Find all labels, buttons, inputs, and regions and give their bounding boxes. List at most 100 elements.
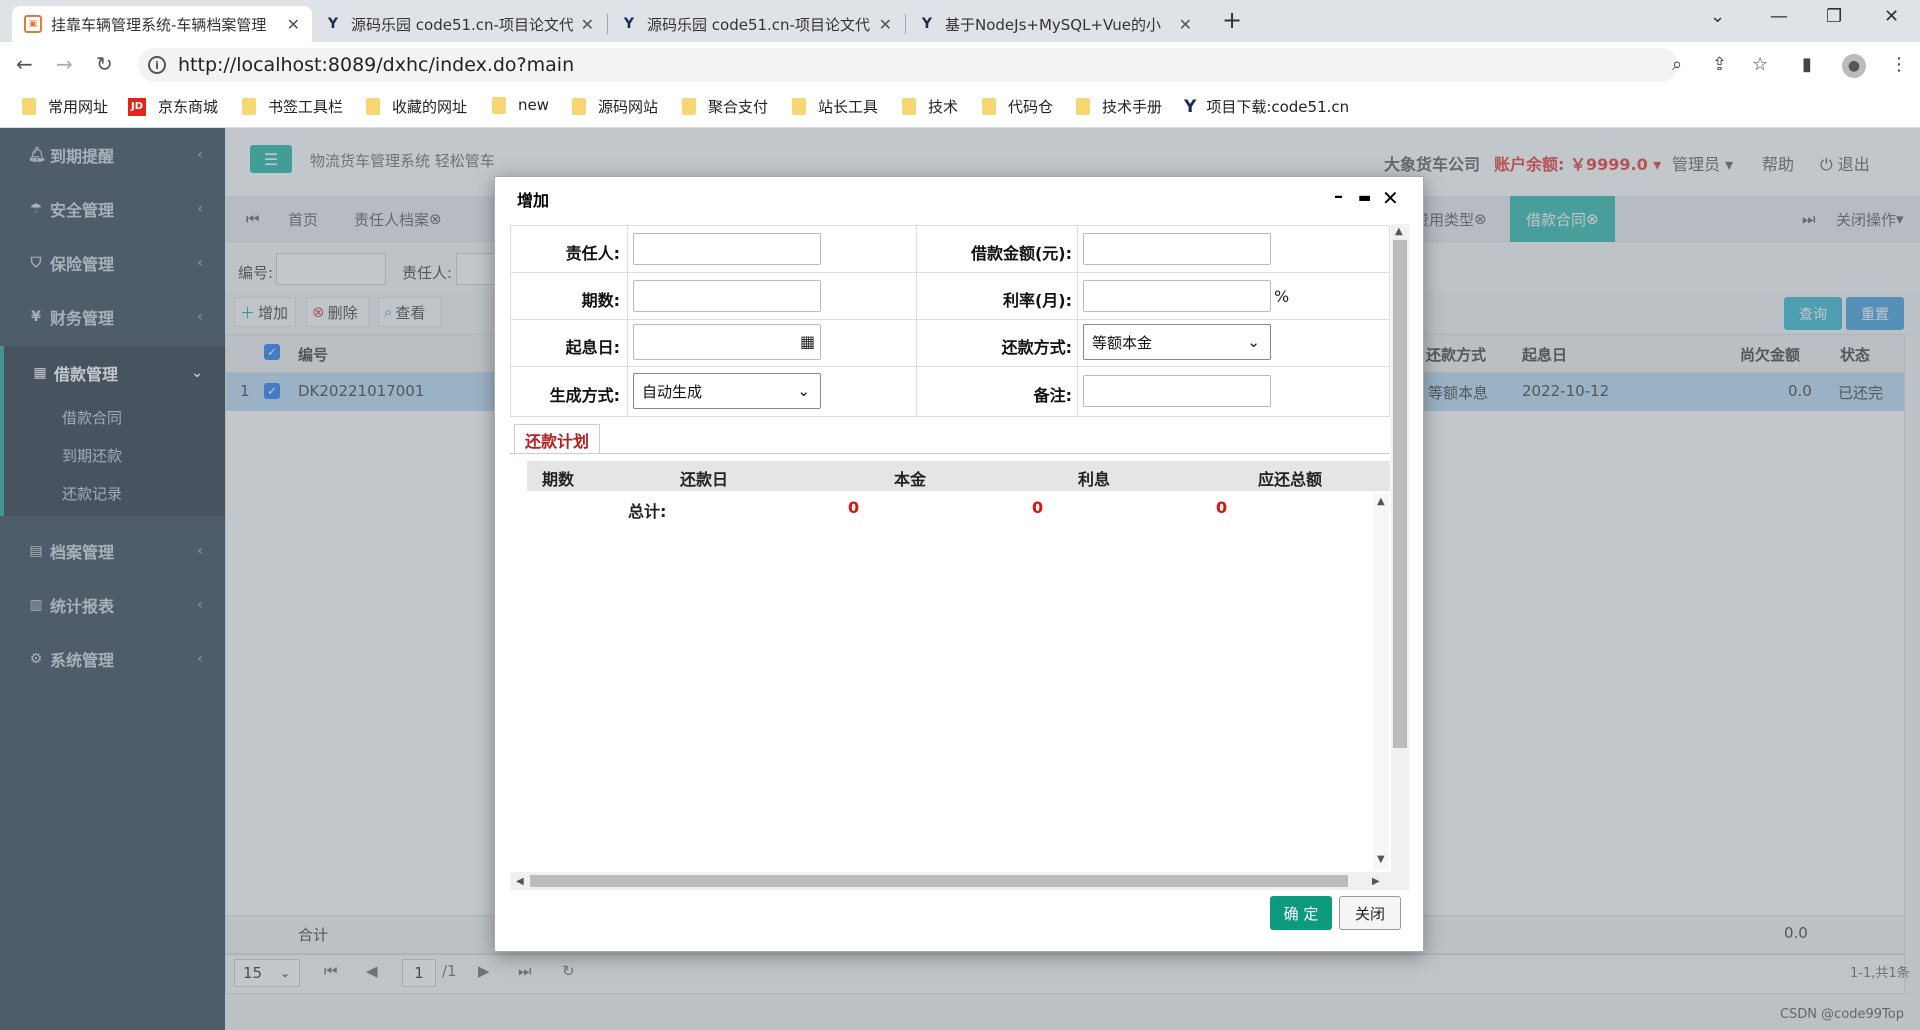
dialog-title: 增加 [517, 191, 550, 210]
browser-tab-2[interactable]: Y 源码乐园 code51.cn-项目论文代 ✕ [312, 6, 606, 42]
bookmark-label: 项目下载:code51.cn [1206, 98, 1350, 116]
form-divider [1077, 225, 1078, 417]
info-icon[interactable]: i [148, 56, 166, 74]
url-input[interactable]: http://localhost:8089/dxhc/index.do?main [138, 48, 1678, 82]
scroll-down-icon[interactable]: ▼ [1377, 854, 1385, 865]
share-icon[interactable]: ⇪ [1712, 54, 1727, 75]
bookmark-label: 常用网址 [48, 98, 109, 116]
browser-tab-4[interactable]: Y 基于NodeJs+MySQL+Vue的小 ✕ [906, 6, 1204, 42]
bookmark-item[interactable]: 源码网站 [572, 96, 658, 117]
watermark: CSDN @code99Top [1779, 1007, 1904, 1022]
bookmark-item[interactable]: 技术 [902, 96, 958, 117]
bookmark-item[interactable]: 常用网址 [22, 96, 108, 117]
gen-method-label: 生成方式: [549, 386, 620, 405]
url-text: http://localhost:8089/dxhc/index.do?main [178, 54, 575, 76]
browser-tab-label: 源码乐园 code51.cn-项目论文代 [351, 15, 573, 34]
folder-icon [792, 98, 806, 115]
browser-tab-3[interactable]: Y 源码乐园 code51.cn-项目论文代 ✕ [608, 6, 904, 42]
calendar-icon[interactable]: ▦ [800, 332, 815, 351]
folder-icon [982, 98, 996, 115]
bookmark-label: 代码仓 [1008, 98, 1054, 116]
app-favicon-icon: ▣ [24, 15, 42, 33]
repay-method-select[interactable]: 等额本金 ⌄ [1083, 324, 1271, 360]
close-icon[interactable]: ✕ [287, 15, 300, 34]
browser-tab-label: 挂靠车辆管理系统-车辆档案管理 [51, 15, 267, 34]
dialog-close-icon[interactable]: ✕ [1382, 186, 1399, 210]
bookmark-label: 站长工具 [818, 98, 879, 116]
new-tab-icon[interactable]: + [1222, 6, 1242, 34]
site-logo-icon: Y [1184, 96, 1197, 117]
gen-method-select[interactable]: 自动生成 ⌄ [633, 373, 821, 409]
scroll-right-icon[interactable]: ▶ [1372, 876, 1380, 887]
bookmark-item[interactable]: 聚合支付 [682, 96, 768, 117]
plan-col-date: 还款日 [680, 470, 729, 489]
browser-tab-active[interactable]: ▣ 挂靠车辆管理系统-车辆档案管理 ✕ [12, 6, 312, 42]
profile-avatar[interactable]: ● [1842, 54, 1866, 78]
scroll-left-icon[interactable]: ◀ [516, 876, 524, 887]
bookmark-item[interactable]: new [492, 96, 549, 114]
forward-icon[interactable]: → [56, 52, 73, 76]
plan-total-interest: 0 [1032, 498, 1044, 517]
note-input[interactable] [1083, 375, 1271, 407]
back-icon[interactable]: ← [16, 52, 33, 76]
close-icon[interactable]: ✕ [581, 15, 594, 34]
folder-icon [492, 96, 506, 114]
confirm-button[interactable]: 确 定 [1270, 896, 1332, 930]
site-logo-icon: Y [921, 16, 933, 32]
plan-col-principal: 本金 [894, 470, 927, 489]
start-date-label: 起息日: [565, 338, 620, 357]
folder-icon [366, 98, 380, 115]
bookmark-item[interactable]: Y 项目下载:code51.cn [1184, 96, 1349, 117]
person-label: 责任人: [565, 244, 620, 263]
folder-icon [1076, 98, 1090, 115]
menu-icon[interactable]: ⋮ [1890, 54, 1908, 75]
site-logo-icon: Y [327, 16, 339, 32]
jd-logo-icon: JD [128, 97, 146, 116]
periods-label: 期数: [581, 291, 620, 310]
periods-input[interactable] [633, 280, 821, 312]
form-divider [916, 225, 917, 417]
reload-icon[interactable]: ↻ [96, 52, 113, 76]
folder-icon [682, 98, 696, 115]
plan-total-principal: 0 [848, 498, 860, 517]
scroll-up-icon[interactable]: ▲ [1377, 496, 1385, 507]
bookmark-item[interactable]: 技术手册 [1076, 96, 1162, 117]
close-icon[interactable]: ✕ [1179, 15, 1192, 34]
chevron-down-icon[interactable]: ⌄ [1710, 6, 1725, 27]
window-close-icon[interactable]: ✕ [1884, 6, 1899, 27]
bookmark-item[interactable]: 代码仓 [982, 96, 1053, 117]
rate-input[interactable] [1083, 280, 1271, 312]
restore-icon[interactable]: ❐ [1826, 6, 1842, 27]
dialog-scroll-thumb[interactable] [1393, 240, 1407, 748]
folder-icon [22, 98, 36, 115]
bookmark-item[interactable]: 书签工具栏 [242, 96, 343, 117]
plan-col-total: 应还总额 [1258, 470, 1323, 489]
tab-repayment-plan[interactable]: 还款计划 [514, 424, 600, 454]
rate-label: 利率(月): [1002, 291, 1072, 310]
plan-vertical-scrollbar[interactable] [1373, 494, 1389, 870]
plan-total-label: 总计: [628, 502, 667, 521]
amount-label: 借款金额(元): [970, 244, 1072, 263]
star-icon[interactable]: ☆ [1752, 54, 1768, 75]
bookmark-item[interactable]: 收藏的网址 [366, 96, 467, 117]
chevron-down-icon: ⌄ [797, 382, 810, 400]
close-icon[interactable]: ✕ [879, 15, 892, 34]
chevron-down-icon: ⌄ [1247, 333, 1260, 351]
zoom-icon[interactable]: ⌕ [1672, 54, 1682, 75]
start-date-input[interactable] [633, 324, 821, 360]
amount-input[interactable] [1083, 233, 1271, 265]
bookmark-item[interactable]: JD 京东商城 [128, 96, 218, 117]
tab-divider [510, 453, 1390, 454]
note-label: 备注: [1033, 386, 1072, 405]
close-button[interactable]: 关闭 [1339, 896, 1401, 930]
bookmark-label: 收藏的网址 [392, 98, 468, 116]
site-logo-icon: Y [623, 16, 635, 32]
minimize-icon[interactable]: — [1770, 6, 1788, 27]
maximize-icon[interactable]: ▬ [1358, 190, 1371, 206]
person-input[interactable] [633, 233, 821, 265]
minimize-icon[interactable]: – [1334, 186, 1343, 207]
scroll-up-icon[interactable]: ▲ [1395, 226, 1403, 237]
sidepanel-icon[interactable]: ▮ [1802, 54, 1812, 75]
bookmark-item[interactable]: 站长工具 [792, 96, 878, 117]
horizontal-scroll-thumb[interactable] [530, 875, 1348, 887]
